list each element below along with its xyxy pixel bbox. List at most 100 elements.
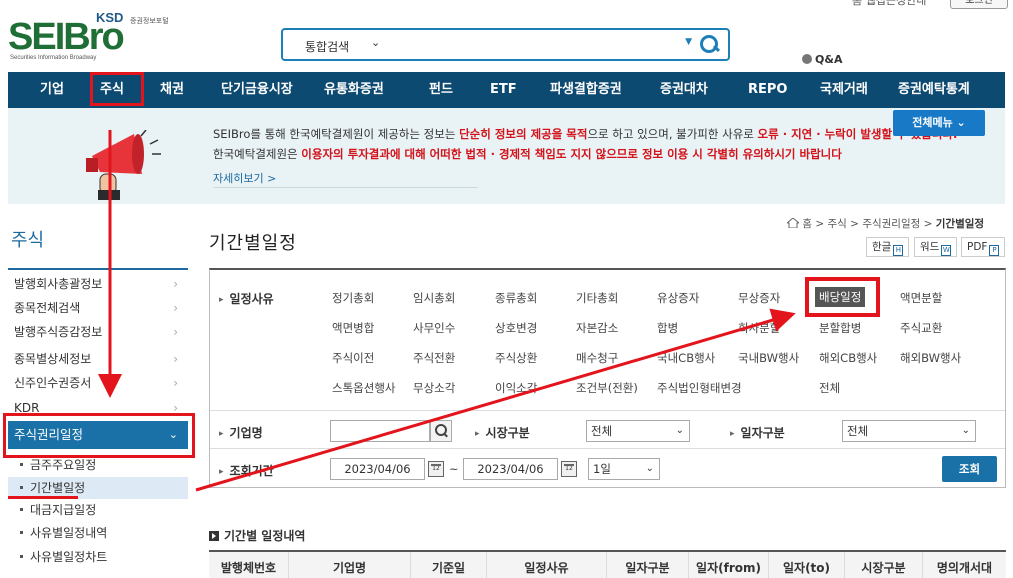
bullet-icon	[20, 531, 23, 534]
sidebar-item-share-change[interactable]: 발행주식증감정보 ›	[8, 321, 188, 344]
reason-option[interactable]: 회사분할	[738, 320, 780, 336]
reason-option[interactable]: 매수청구	[576, 350, 618, 366]
sidebar-item-stock-search[interactable]: 종목전체검색 ›	[8, 297, 188, 320]
reason-option[interactable]: 임시총회	[413, 290, 455, 306]
pdf-file-icon: P	[989, 245, 1000, 256]
ksd-text: KSD	[96, 10, 124, 25]
reason-option[interactable]: 정기총회	[332, 290, 374, 306]
integrated-search-bar[interactable]: 통합검색 ⌄ ▼	[281, 28, 730, 61]
column-header[interactable]: 일자(from)	[689, 552, 769, 578]
nav-item-fund[interactable]: 펀드	[429, 72, 453, 108]
reason-option[interactable]: 사무인수	[413, 320, 455, 336]
company-label: 기업명	[219, 424, 263, 441]
breadcrumb-current: 기간별일정	[935, 218, 985, 230]
nav-item-securitized[interactable]: 유통화증권	[324, 72, 384, 108]
reason-option[interactable]: 이익소각	[495, 380, 537, 396]
calendar-icon[interactable]: 12	[428, 461, 444, 477]
column-header[interactable]: 기준일	[411, 552, 487, 578]
reason-option[interactable]: 주식전환	[413, 350, 455, 366]
reason-option[interactable]: 합병	[657, 320, 678, 336]
nav-item-etf[interactable]: ETF	[490, 72, 517, 108]
breadcrumb-stock[interactable]: 주식	[828, 218, 847, 230]
table-header-row: 발행체번호 기업명 기준일 일정사유 일자구분 일자(from) 일자(to) …	[209, 550, 1006, 578]
sidebar-item-warrant[interactable]: 신주인수권증서 ›	[8, 372, 188, 395]
sub-item-reason-chart[interactable]: 사유별일정차트	[8, 546, 188, 568]
reason-option[interactable]: 상호변경	[495, 320, 537, 336]
annotation-highlight-box	[90, 72, 144, 106]
sidebar-item-issuer-info[interactable]: 발행회사총괄정보 ›	[8, 273, 188, 296]
reason-option[interactable]: 기타총회	[576, 290, 618, 306]
column-header[interactable]: 일자(to)	[769, 552, 845, 578]
reason-option-all[interactable]: 전체	[819, 380, 840, 396]
login-button[interactable]: 로그인	[950, 0, 1008, 9]
search-button[interactable]: 조회	[942, 456, 997, 482]
reason-option[interactable]: 스톡옵션행사	[332, 380, 395, 396]
reason-option[interactable]: 해외CB행사	[819, 350, 877, 366]
nav-item-repo[interactable]: REPO	[748, 72, 787, 108]
reason-option[interactable]: 주식이전	[332, 350, 374, 366]
download-word-button[interactable]: 워드 W	[914, 237, 958, 257]
nav-item-lending[interactable]: 증권대차	[660, 72, 708, 108]
date-from-input[interactable]: 2023/04/06	[330, 458, 425, 480]
breadcrumb-rights[interactable]: 주식권리일정	[862, 218, 920, 230]
reason-option[interactable]: 무상소각	[413, 380, 455, 396]
chevron-right-icon: ›	[173, 352, 178, 366]
sub-item-payment-schedule[interactable]: 대금지급일정	[8, 499, 188, 521]
date-to-input[interactable]: 2023/04/06	[463, 458, 558, 480]
period-unit-select[interactable]: 1일 ⌄	[588, 458, 660, 480]
column-header[interactable]: 일자구분	[607, 552, 689, 578]
sub-item-reason-schedule[interactable]: 사유별일정내역	[8, 522, 188, 544]
reason-option[interactable]: 주식법인형태변경	[657, 380, 742, 396]
seibro-logo[interactable]: SEIBro KSD 증권정보포털 Securities Information…	[8, 10, 169, 62]
reason-option[interactable]: 무상증자	[738, 290, 780, 306]
chevron-right-icon: ›	[173, 277, 178, 291]
reason-option[interactable]: 주식상환	[495, 350, 537, 366]
more-details-link[interactable]: 자세히보기 >	[213, 170, 276, 186]
company-input[interactable]	[330, 420, 430, 442]
download-hangul-button[interactable]: 한글 H	[866, 237, 910, 257]
reason-option[interactable]: 자본감소	[576, 320, 618, 336]
hwp-file-icon: H	[893, 245, 904, 256]
reason-option[interactable]: 분할합병	[819, 320, 861, 336]
sub-item-weekly-schedule[interactable]: 금주주요일정	[8, 454, 188, 476]
chevron-down-icon: ⌄	[675, 425, 684, 436]
reason-option[interactable]: 액면분할	[900, 290, 942, 306]
search-icon[interactable]	[430, 420, 452, 442]
column-header[interactable]: 시장구분	[845, 552, 923, 578]
column-header[interactable]: 발행체번호	[209, 552, 289, 578]
column-header[interactable]: 명의개서대	[923, 552, 1006, 578]
qa-link[interactable]: Q&A	[802, 53, 842, 66]
chevron-down-icon[interactable]: ⌄	[371, 36, 380, 49]
search-icon[interactable]	[700, 35, 720, 55]
top-links[interactable]: 홈 웹접근성안내	[852, 0, 926, 8]
reason-option[interactable]: 국내CB행사	[657, 350, 715, 366]
download-pdf-button[interactable]: PDF P	[961, 237, 1006, 257]
nav-item-derivatives[interactable]: 파생결합증권	[550, 72, 622, 108]
megaphone-icon	[86, 130, 161, 200]
nav-item-international[interactable]: 국제거래	[820, 72, 868, 108]
reason-option[interactable]: 국내BW행사	[738, 350, 799, 366]
column-header[interactable]: 기업명	[289, 552, 411, 578]
reason-option[interactable]: 종류총회	[495, 290, 537, 306]
market-select[interactable]: 전체 ⌄	[586, 420, 690, 442]
home-icon[interactable]	[787, 218, 799, 228]
notice-line-1: SEIBro를 통해 한국예탁결제원이 제공하는 정보는 단순히 정보의 제공을…	[213, 127, 958, 141]
nav-item-bond[interactable]: 채권	[160, 72, 184, 108]
dropdown-arrow-icon[interactable]: ▼	[685, 37, 692, 47]
column-header[interactable]: 일정사유	[487, 552, 607, 578]
breadcrumb-home[interactable]: 홈	[802, 218, 812, 230]
reason-option[interactable]: 유상증자	[657, 290, 699, 306]
search-scope-select[interactable]: 통합검색	[305, 38, 349, 55]
full-menu-button[interactable]: 전체메뉴 ⌄	[893, 110, 985, 136]
reason-option[interactable]: 조건부(전환)	[576, 380, 638, 396]
nav-item-statistics[interactable]: 증권예탁통계	[898, 72, 970, 108]
reason-option[interactable]: 주식교환	[900, 320, 942, 336]
reason-option[interactable]: 액면병합	[332, 320, 374, 336]
reason-option[interactable]: 해외BW행사	[900, 350, 961, 366]
sidebar-item-stock-detail[interactable]: 종목별상세정보 ›	[8, 348, 188, 371]
date-type-select[interactable]: 전체 ⌄	[842, 420, 976, 442]
section-arrow-icon	[209, 531, 219, 541]
nav-item-money-market[interactable]: 단기금융시장	[221, 72, 293, 108]
nav-item-company[interactable]: 기업	[40, 72, 64, 108]
calendar-icon[interactable]: 12	[561, 461, 577, 477]
